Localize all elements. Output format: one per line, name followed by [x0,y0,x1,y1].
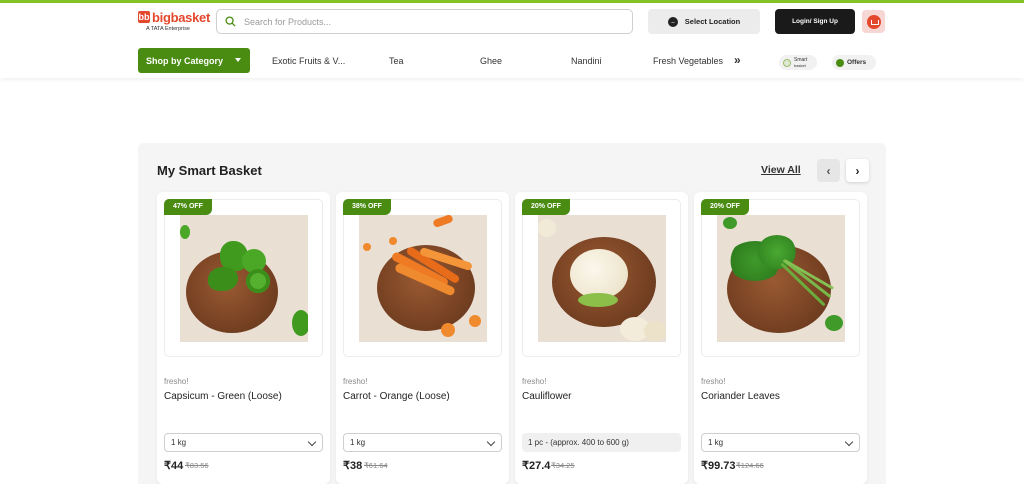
cart-icon [866,14,881,29]
discount-badge: 20% OFF [701,199,749,215]
product-brand: fresho! [522,377,547,386]
product-image-frame[interactable] [522,199,681,357]
select-location-button[interactable]: Select Location [648,9,760,34]
product-image-capsicum [180,215,308,342]
chevron-down-icon [844,437,854,447]
carrot-shape [432,215,454,229]
shop-by-category-button[interactable]: Shop by Category [138,48,250,73]
quantity-select[interactable]: 1 kg [701,433,860,452]
product-card[interactable]: 20% OFF fresho! Cauliflower 1 pc - (appr… [515,192,688,484]
nav-item-exotic-fruits[interactable]: Exotic Fruits & V... [272,56,345,66]
product-image-carrot [359,215,487,342]
offers-label: Offers [847,59,867,66]
nav-more-arrow[interactable]: » [734,53,741,67]
quantity-select[interactable]: 1 kg [164,433,323,452]
shop-by-category-label: Shop by Category [146,55,224,66]
product-price: ₹27.4 [522,460,551,472]
product-mrp: ₹61.64 [364,461,388,470]
chevron-down-icon [235,58,241,62]
nav-item-ghee[interactable]: Ghee [480,56,502,66]
carrot-slice [441,323,455,337]
carrot-slice [469,315,481,327]
quantity-label: 1 pc - (approx. 400 to 600 g) [522,433,681,452]
smart-basket-label: Smart basket [794,57,807,68]
chevron-down-icon [307,437,317,447]
select-location-label: Select Location [684,17,741,26]
product-image-frame[interactable] [164,199,323,357]
product-image-frame[interactable] [701,199,860,357]
product-card[interactable]: 47% OFF fresho! Capsicum - Green (Loose)… [157,192,330,484]
nav-item-tea[interactable]: Tea [389,56,404,66]
offers-pill[interactable]: Offers [832,55,876,70]
product-price: ₹44 [164,460,184,472]
offers-icon [836,58,844,67]
carousel-prev-button[interactable]: ‹ [817,159,840,182]
product-brand: fresho! [164,377,189,386]
smart-basket-icon [783,58,791,67]
discount-badge: 20% OFF [522,199,570,215]
search-input[interactable] [244,16,624,27]
cauliflower-leaves [578,293,618,307]
chevron-down-icon [486,437,496,447]
product-price: ₹99.73 [701,460,736,472]
product-brand: fresho! [701,377,726,386]
product-image-coriander [717,215,845,342]
smart-label-line2: basket [794,62,806,68]
quantity-value: 1 kg [350,438,366,447]
capsicum-shape [208,267,238,291]
discount-badge: 38% OFF [343,199,391,215]
quantity-value: 1 pc - (approx. 400 to 600 g) [528,438,629,447]
carrot-slice [363,243,371,251]
search-icon [225,16,236,27]
coriander-leaves [723,217,737,229]
product-mrp: ₹83.56 [185,461,209,470]
product-mrp: ₹34.25 [551,461,575,470]
carrot-slice [389,237,397,245]
product-brand: fresho! [343,377,368,386]
product-name[interactable]: Cauliflower [522,391,571,402]
quantity-select[interactable]: 1 kg [343,433,502,452]
product-card[interactable]: 38% OFF fresho! Carrot - Orange (Loose) … [336,192,509,484]
product-name[interactable]: Coriander Leaves [701,391,780,402]
nav-item-fresh-vegetables[interactable]: Fresh Vegetables [653,56,723,66]
nav-item-nandini[interactable]: Nandini [571,56,602,66]
smart-basket-pill[interactable]: Smart basket [779,55,817,70]
section-title: My Smart Basket [157,163,262,178]
logo-subtitle: A TATA Enterprise [146,26,190,32]
capsicum-half [246,269,270,293]
bigbasket-logo[interactable]: bb bigbasket A TATA Enterprise [138,10,210,37]
view-all-link[interactable]: View All [761,164,801,176]
logo-mark: bb [138,11,150,23]
product-name[interactable]: Capsicum - Green (Loose) [164,391,282,402]
capsicum-shape [292,310,308,336]
coriander-leaves [825,315,843,331]
discount-badge: 47% OFF [164,199,212,215]
product-mrp: ₹124.66 [736,461,764,470]
product-card[interactable]: 20% OFF fresho! Coriander Leaves 1 kg ₹9… [694,192,867,484]
quantity-value: 1 kg [708,438,724,447]
product-image-frame[interactable] [343,199,502,357]
product-name[interactable]: Carrot - Orange (Loose) [343,391,450,402]
login-signup-button[interactable]: Login/ Sign Up [775,9,855,34]
search-bar[interactable] [216,9,633,34]
capsicum-shape [180,225,190,239]
carousel-next-button[interactable]: › [846,159,869,182]
cauliflower-floret [538,219,556,237]
product-price: ₹38 [343,460,363,472]
site-header: bb bigbasket A TATA Enterprise Select Lo… [0,3,1024,78]
quantity-value: 1 kg [171,438,187,447]
location-icon [667,16,678,27]
product-image-cauliflower [538,215,666,342]
cart-button[interactable] [862,10,885,33]
cauliflower-floret [644,321,666,341]
cauliflower-head [570,249,628,299]
logo-text: bigbasket [152,10,210,25]
